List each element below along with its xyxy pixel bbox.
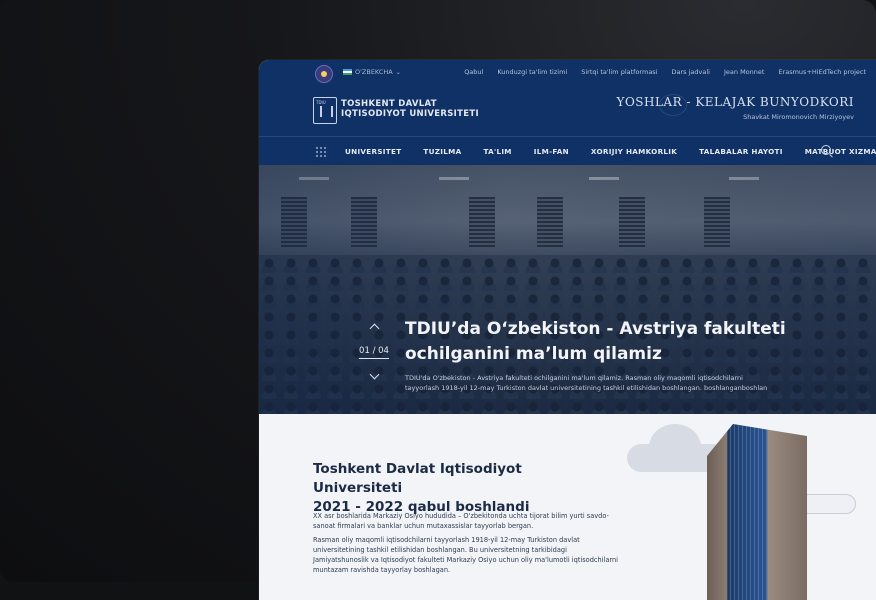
nav-item-universitet[interactable]: UNIVERSITET (345, 147, 401, 156)
nav-item-talabalar-hayoti[interactable]: TALABALAR HAYOTI (699, 147, 783, 156)
nav-item-ilm-fan[interactable]: ILM-FAN (534, 147, 569, 156)
top-link-erasmus[interactable]: Erasmus+HiEdTech project (778, 68, 866, 76)
hero-slider: 01 / 04 TDIU’da O‘zbekiston - Avstriya f… (259, 165, 876, 414)
slogan-author: Shavkat Miromonovich Mirziyoyev (743, 113, 854, 121)
top-link-qabul[interactable]: Qabul (464, 68, 483, 76)
logo-line-1: TOSHKENT DAVLAT (341, 99, 437, 109)
cloud-illustration (799, 494, 856, 514)
top-links: Qabul Kunduzgi ta'lim tizimi Sirtqi ta'l… (464, 68, 866, 76)
nav-item-xorijiy-hamkorlik[interactable]: XORIJIY HAMKORLIK (591, 147, 677, 156)
chevron-down-icon[interactable] (369, 369, 379, 380)
section-title: Toshkent Davlat Iqtisodiyot Universiteti… (313, 460, 613, 517)
section-paragraph-1: XX asr boshlarida Markaziy Osiyo hududid… (313, 512, 609, 530)
site-header: TOSHKENT DAVLAT IQTISODIYOT UNIVERSITETI… (259, 86, 876, 136)
slogan: YOSHLAR - KELAJAK BUNYODKORI (616, 95, 854, 109)
nav-item-matbuot-xizmati[interactable]: MATBUOT XIZMATI (805, 147, 876, 156)
top-bar: O'ZBEKCHA ⌄ Qabul Kunduzgi ta'lim tizimi… (259, 60, 876, 87)
main-nav: UNIVERSITET TUZILMA TA'LIM ILM-FAN XORIJ… (259, 136, 876, 166)
top-link-jean-monnet[interactable]: Jean Monnet (724, 68, 764, 76)
grid-menu-icon[interactable] (315, 146, 326, 157)
nav-menu: UNIVERSITET TUZILMA TA'LIM ILM-FAN XORIJ… (345, 147, 876, 156)
slide-counter: 01 / 04 (359, 346, 389, 359)
language-selector[interactable]: O'ZBEKCHA ⌄ (343, 68, 401, 76)
chevron-down-icon: ⌄ (395, 68, 401, 76)
section-title-line-1: Toshkent Davlat Iqtisodiyot Universiteti (313, 461, 522, 496)
logo-line-2: IQTISODIYOT UNIVERSITETI (341, 109, 479, 119)
slider-controls: 01 / 04 (359, 323, 389, 380)
hero-title[interactable]: TDIU’da O‘zbekiston - Avstriya fakulteti… (405, 317, 805, 367)
top-link-sirtqi[interactable]: Sirtqi ta'lim platformasi (581, 68, 657, 76)
logo-text[interactable]: TOSHKENT DAVLAT IQTISODIYOT UNIVERSITETI (341, 99, 479, 119)
chevron-up-icon[interactable] (369, 323, 379, 334)
uzbekistan-flag-icon (343, 69, 352, 75)
nav-item-talim[interactable]: TA'LIM (483, 147, 511, 156)
hero-description: TDIU'da O'zbekiston - Avstriya fakulteti… (405, 374, 768, 392)
nav-item-tuzilma[interactable]: TUZILMA (423, 147, 461, 156)
search-icon[interactable] (821, 145, 831, 155)
section-paragraph-2: Rasman oliy maqomli iqtisodchilarni tayy… (313, 536, 619, 574)
website-window: O'ZBEKCHA ⌄ Qabul Kunduzgi ta'lim tizimi… (259, 60, 876, 600)
top-link-kunduzgi[interactable]: Kunduzgi ta'lim tizimi (497, 68, 567, 76)
tdiu-logo-icon[interactable] (313, 97, 337, 124)
top-link-dars-jadvali[interactable]: Dars jadvali (672, 68, 710, 76)
admission-section: Toshkent Davlat Iqtisodiyot Universiteti… (259, 414, 876, 600)
language-label: O'ZBEKCHA (355, 68, 393, 76)
university-building-illustration (707, 424, 807, 600)
state-emblem-icon (315, 65, 333, 83)
